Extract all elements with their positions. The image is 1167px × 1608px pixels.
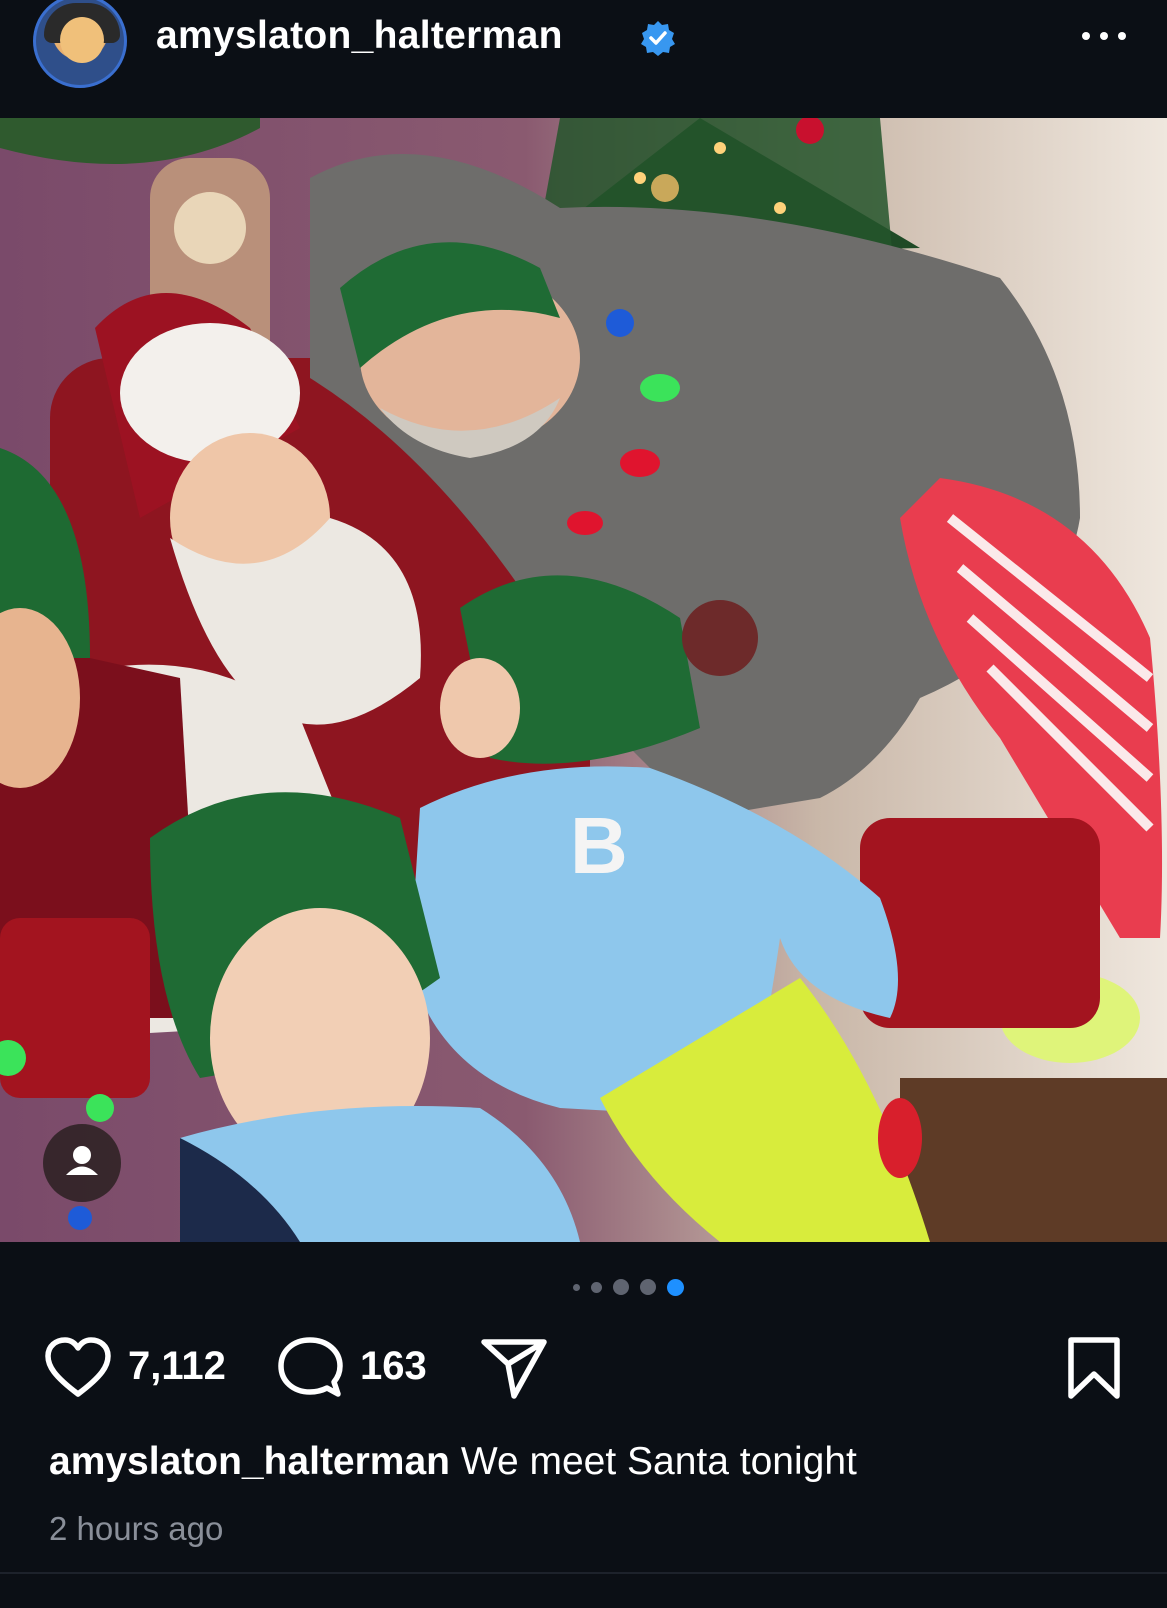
post-photo[interactable]: B [0, 118, 1167, 1242]
tagged-people-button[interactable] [43, 1124, 121, 1202]
svg-text:B: B [570, 801, 628, 890]
verified-badge-icon [641, 21, 675, 56]
caption-username[interactable]: amyslaton_halterman [49, 1440, 450, 1483]
ellipsis-icon[interactable] [1078, 20, 1130, 52]
action-bar: 7,112 163 [0, 1330, 1167, 1406]
bookmark-icon[interactable] [1066, 1336, 1122, 1400]
carousel-dot [640, 1279, 656, 1295]
carousel-indicator [0, 1272, 1167, 1302]
post-timestamp: 2 hours ago [49, 1510, 224, 1547]
post-photo-illustration: B [0, 118, 1167, 1242]
avatar-face [60, 17, 104, 63]
carousel-dot [573, 1283, 580, 1291]
profile-avatar[interactable] [33, 0, 127, 88]
like-count[interactable]: 7,112 [128, 1344, 226, 1389]
comment-count[interactable]: 163 [360, 1344, 427, 1389]
carousel-dot-active [667, 1278, 684, 1296]
post-caption: amyslaton_halterman We meet Santa tonigh… [49, 1440, 857, 1484]
post-header: amyslaton_halterman [0, 0, 1167, 118]
header-username[interactable]: amyslaton_halterman [156, 14, 563, 58]
post-divider [0, 1572, 1167, 1574]
person-icon [66, 1146, 98, 1175]
carousel-dot [591, 1281, 602, 1293]
send-icon[interactable] [480, 1336, 548, 1400]
instagram-post: amyslaton_halterman B 7,112 163 amyslato… [0, 0, 1167, 1608]
carousel-dot [613, 1279, 629, 1295]
heart-icon[interactable] [44, 1336, 112, 1400]
comment-bubble-icon[interactable] [277, 1336, 343, 1400]
caption-text: We meet Santa tonight [460, 1440, 857, 1483]
